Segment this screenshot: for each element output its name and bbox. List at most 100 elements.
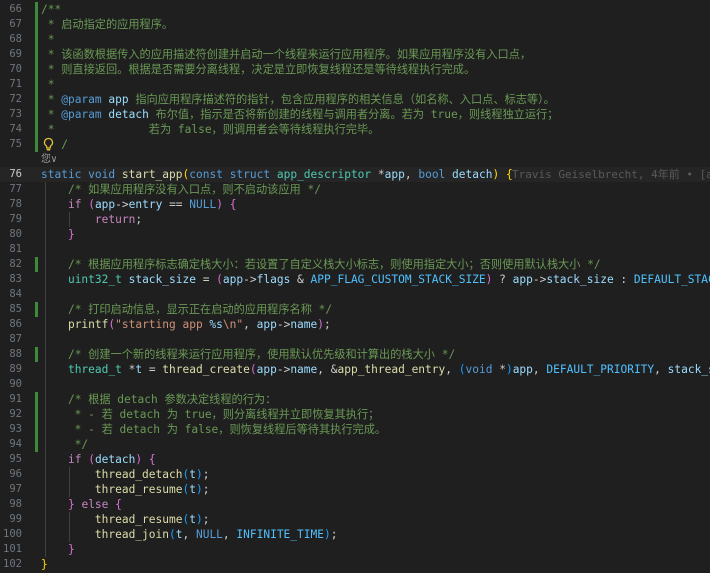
code-text: /* 创建一个新的线程来运行应用程序，使用默认优先级和计算出的栈大小 */ xyxy=(41,347,710,362)
code-token: -> xyxy=(115,198,129,211)
code-line[interactable]: 86 printf("starting app %s\n", app->name… xyxy=(0,317,710,332)
git-change-indicator[interactable] xyxy=(35,47,38,62)
code-token: else xyxy=(81,498,109,511)
code-token: APP_FLAG_CUSTOM_STACK_SIZE xyxy=(310,273,486,286)
code-line[interactable]: 91 /* 根据 detach 参数决定线程的行为： xyxy=(0,392,710,407)
git-change-indicator[interactable] xyxy=(35,32,38,47)
code-token: 布尔值，指示是否将新创建的线程与调用者分离。若为 true，则线程独立运行； xyxy=(148,108,559,121)
code-line[interactable]: 96 thread_detach(t); xyxy=(0,467,710,482)
code-text: thread_resume(t); xyxy=(41,512,710,527)
code-text: thread_join(t, NULL, INFINITE_TIME); xyxy=(41,527,710,542)
code-token: ) xyxy=(195,483,203,496)
code-line[interactable]: 74 * 若为 false，则调用者会等待线程执行完毕。 xyxy=(0,122,710,137)
line-number: 79 xyxy=(9,213,22,225)
lightbulb-icon[interactable] xyxy=(42,137,55,152)
line-number: 101 xyxy=(3,543,22,555)
code-text: / xyxy=(41,137,710,152)
code-line[interactable]: 92 * - 若 detach 为 true，则分离线程并立即恢复其执行； xyxy=(0,407,710,422)
code-line[interactable]: 71 * xyxy=(0,77,710,92)
code-token: ( xyxy=(88,453,95,466)
code-token: ? xyxy=(492,273,513,286)
code-line[interactable]: 82 /* 根据应用程序标志确定栈大小：若设置了自定义栈大小标志，则使用指定大小… xyxy=(0,257,710,272)
code-line[interactable]: 97 thread_resume(t); xyxy=(0,482,710,497)
code-token: name xyxy=(290,363,318,376)
code-line[interactable]: 68 * xyxy=(0,32,710,47)
code-token: uint32_t xyxy=(67,273,122,286)
code-text: return; xyxy=(41,212,710,227)
git-change-indicator[interactable] xyxy=(35,392,38,407)
code-line[interactable]: 85 /* 打印启动信息，显示正在启动的应用程序名称 */ xyxy=(0,302,710,317)
code-line[interactable]: 66 /** xyxy=(0,2,710,17)
code-token: == xyxy=(162,198,190,211)
code-line[interactable]: 88 /* 创建一个新的线程来运行应用程序，使用默认优先级和计算出的栈大小 */ xyxy=(0,347,710,362)
git-change-indicator[interactable] xyxy=(35,122,38,137)
code-token: thread_resume xyxy=(94,483,183,496)
git-change-indicator[interactable] xyxy=(35,437,38,452)
code-line[interactable]: 80 } xyxy=(0,227,710,242)
code-line[interactable]: 93 * - 若 detach 为 false，则恢复线程后等待其执行完成。 xyxy=(0,422,710,437)
code-line[interactable]: 70 * 则直接返回。根据是否需要分离线程，决定是立即恢复线程还是等待线程执行完… xyxy=(0,62,710,77)
code-line[interactable]: 81 xyxy=(0,242,710,257)
git-change-indicator[interactable] xyxy=(35,62,38,77)
code-token: { xyxy=(229,198,237,211)
code-line[interactable]: 101 } xyxy=(0,542,710,557)
git-change-indicator[interactable] xyxy=(35,2,38,17)
git-change-indicator[interactable] xyxy=(35,77,38,92)
git-change-indicator[interactable] xyxy=(35,17,38,32)
code-token: ) xyxy=(323,528,331,541)
code-line[interactable]: 76 static void start_app(const struct app… xyxy=(0,167,710,182)
code-line[interactable]: 87 xyxy=(0,332,710,347)
code-line[interactable]: 94 */ xyxy=(0,437,710,452)
code-token: t xyxy=(189,468,196,481)
code-line[interactable]: 72 * @param app 指向应用程序描述符的指针，包含应用程序的相关信息… xyxy=(0,92,710,107)
code-editor[interactable]: 66/** 67 * 启动指定的应用程序。 68 * 69 * 该函数根据传入的应用描… xyxy=(0,0,710,573)
git-change-indicator[interactable] xyxy=(35,407,38,422)
code-line[interactable]: 99 thread_resume(t); xyxy=(0,512,710,527)
git-change-indicator[interactable] xyxy=(35,257,38,272)
code-token: DEFAULT_STACK_SIZE xyxy=(633,273,710,286)
code-token: ( xyxy=(458,363,466,376)
code-token: thread_create xyxy=(162,363,250,376)
line-number: 72 xyxy=(9,93,22,105)
code-line[interactable]: 67 * 启动指定的应用程序。 xyxy=(0,17,710,32)
git-change-indicator[interactable] xyxy=(35,302,38,317)
code-line[interactable]: 90 xyxy=(0,377,710,392)
code-token: ) xyxy=(505,363,513,376)
line-number: 71 xyxy=(9,78,22,90)
code-line[interactable]: 100 thread_join(t, NULL, INFINITE_TIME); xyxy=(0,527,710,542)
line-number: 66 xyxy=(9,3,22,15)
code-line[interactable]: 89 thread_t *t = thread_create(app->name… xyxy=(0,362,710,377)
line-number: 89 xyxy=(9,363,22,375)
code-line[interactable]: 73 * @param detach 布尔值，指示是否将新创建的线程与调用者分离… xyxy=(0,107,710,122)
code-token: } xyxy=(41,558,48,571)
code-line[interactable]: 77 /* 如果应用程序没有入口点，则不启动该应用 */ xyxy=(0,182,710,197)
line-number: 91 xyxy=(9,393,22,405)
code-line[interactable]: 102} xyxy=(0,557,710,572)
git-change-indicator[interactable] xyxy=(35,347,38,362)
code-line[interactable]: 78 if (app->entry == NULL) { xyxy=(0,197,710,212)
codelens-row[interactable]: 您∨ xyxy=(0,152,710,167)
code-token: /* 根据 detach 参数决定线程的行为： xyxy=(67,393,277,406)
git-change-indicator[interactable] xyxy=(35,92,38,107)
code-line[interactable]: 95 if (detach) { xyxy=(0,452,710,467)
code-token: struct xyxy=(229,168,271,181)
git-change-indicator[interactable] xyxy=(35,107,38,122)
code-line[interactable]: 83 uint32_t stack_size = (app->flags & A… xyxy=(0,272,710,287)
code-token: t xyxy=(189,483,196,496)
code-line[interactable]: 79 return; xyxy=(0,212,710,227)
git-change-indicator[interactable] xyxy=(35,422,38,437)
code-token: app xyxy=(108,93,129,106)
code-token: app xyxy=(512,363,533,376)
code-line[interactable]: 84 xyxy=(0,287,710,302)
code-line[interactable]: 98 } else { xyxy=(0,497,710,512)
code-line[interactable]: 75 / xyxy=(0,137,710,152)
line-number: 84 xyxy=(9,288,22,300)
line-number: 68 xyxy=(9,33,22,45)
git-change-indicator[interactable] xyxy=(35,137,38,152)
code-line[interactable]: 69 * 该函数根据传入的应用描述符创建并启动一个线程来运行应用程序。如果应用程… xyxy=(0,47,710,62)
